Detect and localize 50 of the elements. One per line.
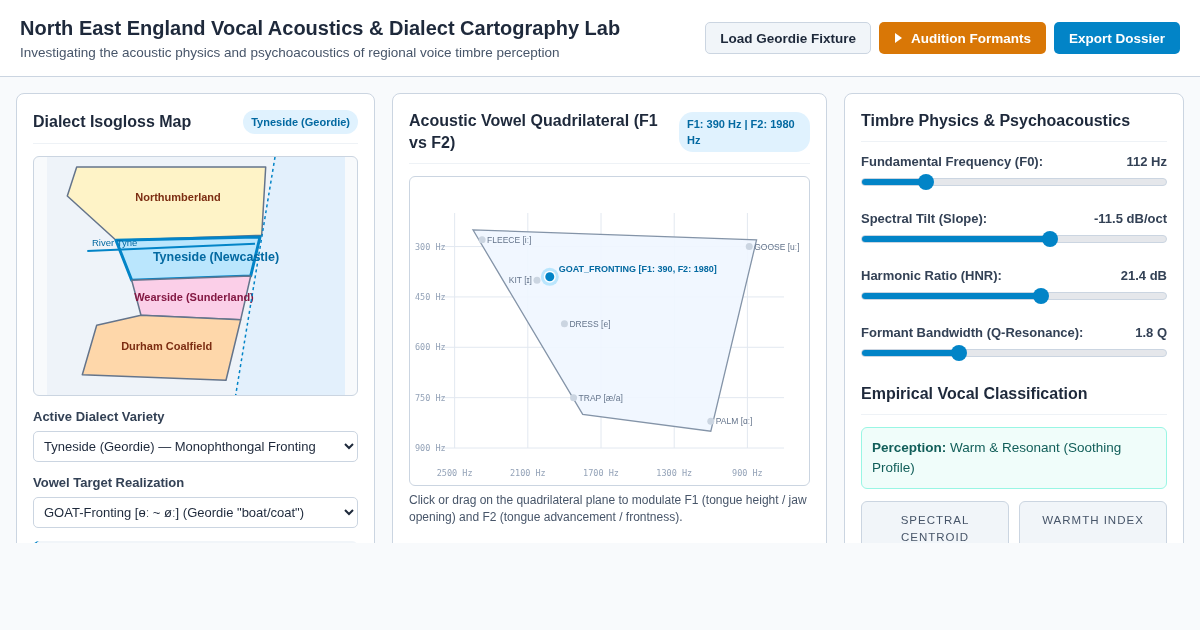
slider-thumb[interactable] [1042, 231, 1059, 247]
region-shape[interactable] [81, 314, 242, 382]
metric-tile: SPECTRAL CENTROID [861, 501, 1009, 543]
axis-tick-label: 1700 Hz [583, 468, 619, 478]
axis-tick-label: 900 Hz [415, 443, 446, 453]
point-label: KIT [ɪ] [508, 275, 532, 286]
panel-title: Empirical Vocal Classification [861, 384, 1088, 404]
point-label: PALM [ɑː] [715, 416, 753, 427]
dropdown[interactable]: GOAT-Fronting [ɵː ~ øː] (Geordie "boat/coat") [33, 497, 358, 528]
badge: F1: 390 Hz | F2: 1980 Hz [679, 112, 810, 152]
perception-note: Perception: Warm & Resonant (Soothing Profile) [861, 427, 1167, 489]
axis-tick-label: 2100 Hz [509, 468, 546, 478]
point-label: DRESS [e] [569, 318, 611, 329]
axis-tick-label: 600 Hz [415, 342, 446, 353]
panel-title: Timbre Physics & Psychoacoustics [861, 111, 1131, 131]
slider-value: 21.4 dB [1120, 268, 1167, 283]
axis-tick-label: 2500 Hz [436, 468, 473, 478]
slider-label: Formant Bandwidth (Q-Resonance): [861, 325, 1084, 340]
badge: Tyneside (Geordie) [243, 110, 358, 134]
axis-tick-label: 1300 Hz [656, 468, 693, 478]
action-button[interactable]: Load Geordie Fixture [705, 22, 871, 54]
dropdown[interactable]: Tyneside (Geordie) — Monophthongal Fronting [33, 431, 358, 462]
metric-tile: WARMTH INDEX [1019, 501, 1167, 543]
slider-label: Harmonic Ratio (HNR): [861, 268, 1002, 283]
slider-label: Fundamental Frequency (F0): [861, 154, 1044, 169]
panel-title: Acoustic Vowel Quadrilateral (F1 vs F2) [409, 111, 659, 153]
region-label: Durham Coalfield [121, 340, 213, 352]
app-title: North East England Vocal Acoustics & Dialect Cartography Lab [20, 16, 621, 40]
slider-value: 1.8 Q [1135, 325, 1167, 340]
field-label: Active Dialect Variety [33, 409, 166, 424]
app-subtitle: Investigating the acoustic physics and psychoacoustics of regional voice timbre perception [20, 45, 561, 60]
action-button[interactable]: Export Dossier [1053, 22, 1180, 54]
slider-thumb[interactable] [951, 345, 968, 361]
axis-tick-label: 450 Hz [415, 291, 446, 302]
slider-thumb[interactable] [1033, 288, 1050, 304]
target-label: GOAT_FRONTING [F1: 390, F2: 1980] [558, 263, 717, 274]
slider-label: Spectral Tilt (Slope): [861, 211, 988, 226]
field-label: Vowel Target Realization [33, 475, 186, 490]
point-label: TRAP [æ/a] [578, 392, 623, 403]
axis-tick-label: 750 Hz [415, 392, 446, 403]
axis-tick-label: 300 Hz [415, 241, 446, 252]
slider-value: -11.5 dB/oct [1094, 211, 1167, 226]
target-marker[interactable] [540, 267, 559, 286]
chart-caption: Click or drag on the quadrilateral plane to modulate F1 (tongue height / jaw opening) and F2 (tongue advancement / frontness). [409, 492, 808, 526]
slider-value: 112 Hz [1126, 154, 1167, 169]
slider-thumb[interactable] [917, 174, 934, 190]
panel-title: Dialect Isogloss Map [33, 112, 192, 132]
axis-tick-label: 900 Hz [732, 468, 763, 478]
play-icon [893, 33, 903, 43]
region-label: Northumberland [135, 191, 221, 203]
